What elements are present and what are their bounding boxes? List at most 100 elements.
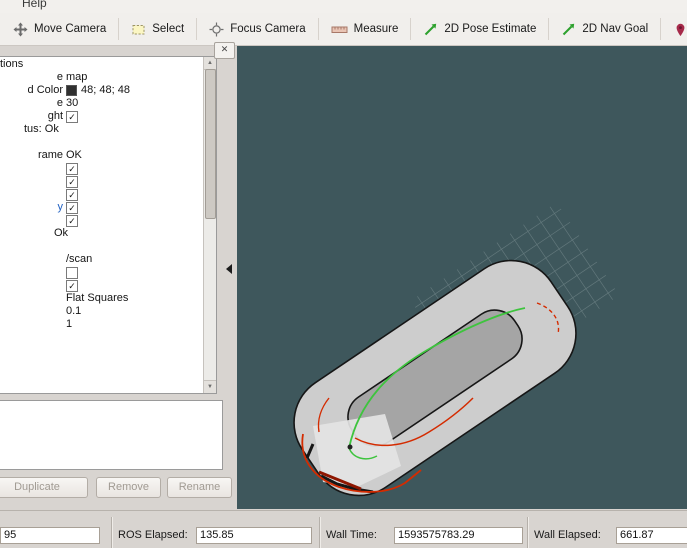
- property-value[interactable]: Flat Squares: [63, 292, 128, 305]
- property-row: [0, 240, 203, 253]
- property-value[interactable]: ✓: [63, 201, 78, 214]
- property-label-fragment: e: [56, 97, 63, 109]
- checkbox-checked[interactable]: ✓: [66, 175, 78, 188]
- property-label-fragment: [0, 292, 63, 305]
- property-value[interactable]: 30: [63, 97, 78, 110]
- property-value[interactable]: [63, 266, 78, 279]
- property-label-fragment: tions: [0, 58, 24, 70]
- property-value[interactable]: 1: [63, 318, 72, 331]
- checkbox-unchecked[interactable]: [66, 266, 78, 279]
- time-field-value: 135.85: [196, 527, 312, 544]
- property-label-fragment: [0, 318, 63, 331]
- property-row[interactable]: d Color 48; 48; 48: [0, 84, 203, 97]
- property-row[interactable]: ght ✓: [0, 110, 203, 123]
- property-row[interactable]: tions: [0, 58, 203, 71]
- pose-estimate-icon: [423, 22, 438, 37]
- remove-button[interactable]: Remove: [96, 477, 161, 498]
- checkbox-checked[interactable]: ✓: [66, 110, 78, 123]
- time-field-value: 1593575783.29: [394, 527, 523, 544]
- property-label-fragment: Ok: [54, 227, 69, 239]
- property-value[interactable]: ✓: [63, 110, 78, 123]
- checkbox-checked[interactable]: ✓: [66, 214, 78, 227]
- robot-marker: [347, 444, 353, 450]
- checkbox-checked[interactable]: ✓: [66, 201, 78, 214]
- checkbox-checked[interactable]: ✓: [66, 279, 78, 292]
- map-view[interactable]: [237, 46, 687, 509]
- toolbar-separator: [118, 18, 120, 40]
- property-label-fragment: [0, 188, 63, 201]
- property-row[interactable]: 1: [0, 318, 203, 331]
- property-row[interactable]: ✓: [0, 175, 203, 188]
- time-field-value: 661.87: [616, 527, 687, 544]
- toolbar-separator: [410, 18, 412, 40]
- property-value[interactable]: ✓: [63, 162, 78, 175]
- render-viewport[interactable]: [237, 46, 687, 509]
- toolbar-separator: [548, 18, 550, 40]
- statusbar-separator: [527, 517, 528, 548]
- property-row[interactable]: e map: [0, 71, 203, 84]
- toolbar-separator: [196, 18, 198, 40]
- tool-2d-pose-estimate[interactable]: 2D Pose Estimate: [414, 18, 545, 41]
- property-value[interactable]: ✓: [63, 175, 78, 188]
- property-label-fragment: ght: [47, 110, 63, 122]
- property-row[interactable]: rame OK: [0, 149, 203, 162]
- tool-select[interactable]: Select: [122, 18, 193, 41]
- property-value[interactable]: 48; 48; 48: [63, 84, 130, 97]
- property-value[interactable]: 0.1: [63, 305, 81, 318]
- nav-goal-icon: [561, 22, 576, 37]
- property-value[interactable]: ✓: [63, 188, 78, 201]
- tool-measure[interactable]: Measure: [322, 18, 408, 41]
- property-row[interactable]: Flat Squares: [0, 292, 203, 305]
- rviz-window: Help Move Camera Select Focus Camera Measur…: [0, 0, 687, 548]
- tool-label: 2D Nav Goal: [582, 23, 649, 35]
- checkbox-checked[interactable]: ✓: [66, 188, 78, 201]
- property-value[interactable]: OK: [63, 149, 82, 162]
- property-value[interactable]: /scan: [63, 253, 92, 266]
- menubar: Help: [0, 0, 687, 13]
- property-row[interactable]: ✓: [0, 188, 203, 201]
- property-row[interactable]: Ok: [0, 227, 203, 240]
- property-label-fragment: [0, 214, 63, 227]
- tool-2d-nav-goal[interactable]: 2D Nav Goal: [552, 18, 657, 41]
- toolbar-separator: [660, 18, 662, 40]
- panel-collapse-arrow-icon[interactable]: [226, 264, 232, 274]
- property-value[interactable]: map: [63, 71, 87, 84]
- property-row: [0, 136, 203, 149]
- checkbox-checked[interactable]: ✓: [66, 162, 78, 175]
- tool-focus-camera[interactable]: Focus Camera: [200, 18, 314, 41]
- property-value[interactable]: ✓: [63, 214, 78, 227]
- time-statusbar: 95 ROS Elapsed: 135.85 Wall Time: 1593575783…: [0, 511, 687, 548]
- property-row[interactable]: /scan: [0, 253, 203, 266]
- displays-panel-close-button[interactable]: ✕: [214, 42, 235, 59]
- scroll-down-icon[interactable]: ▼: [204, 380, 216, 393]
- toolbar-separator: [317, 18, 319, 40]
- property-label-fragment: [0, 240, 63, 253]
- tool-publish-point[interactable]: Publish Point: [664, 18, 687, 41]
- property-row[interactable]: tus: Ok: [0, 123, 203, 136]
- property-row[interactable]: ✓: [0, 162, 203, 175]
- time-field-value: 95: [0, 527, 100, 544]
- help-menu[interactable]: Help: [22, 0, 47, 10]
- property-row[interactable]: y ✓: [0, 201, 203, 214]
- property-label-fragment: [0, 266, 63, 279]
- property-row[interactable]: [0, 266, 203, 279]
- scrollbar-thumb[interactable]: [205, 69, 216, 219]
- property-row[interactable]: e 30: [0, 97, 203, 110]
- property-label-fragment: tus: Ok: [24, 123, 59, 135]
- time-field-label: Wall Time:: [326, 529, 377, 541]
- time-field-label: Wall Elapsed:: [534, 529, 601, 541]
- color-swatch: [66, 85, 77, 96]
- property-row[interactable]: ✓: [0, 214, 203, 227]
- duplicate-button[interactable]: Duplicate: [0, 477, 88, 498]
- rename-button[interactable]: Rename: [167, 477, 232, 498]
- vertical-scrollbar[interactable]: ▲ ▼: [203, 57, 216, 393]
- property-label-fragment: [0, 253, 63, 266]
- tool-label: Focus Camera: [230, 23, 306, 35]
- property-row[interactable]: 0.1: [0, 305, 203, 318]
- tool-move-camera[interactable]: Move Camera: [4, 18, 115, 41]
- tool-label: Measure: [353, 23, 399, 35]
- property-value[interactable]: ✓: [63, 279, 78, 292]
- property-row[interactable]: ✓: [0, 279, 203, 292]
- property-label-fragment: e: [56, 71, 63, 83]
- property-label-fragment: [0, 136, 63, 149]
